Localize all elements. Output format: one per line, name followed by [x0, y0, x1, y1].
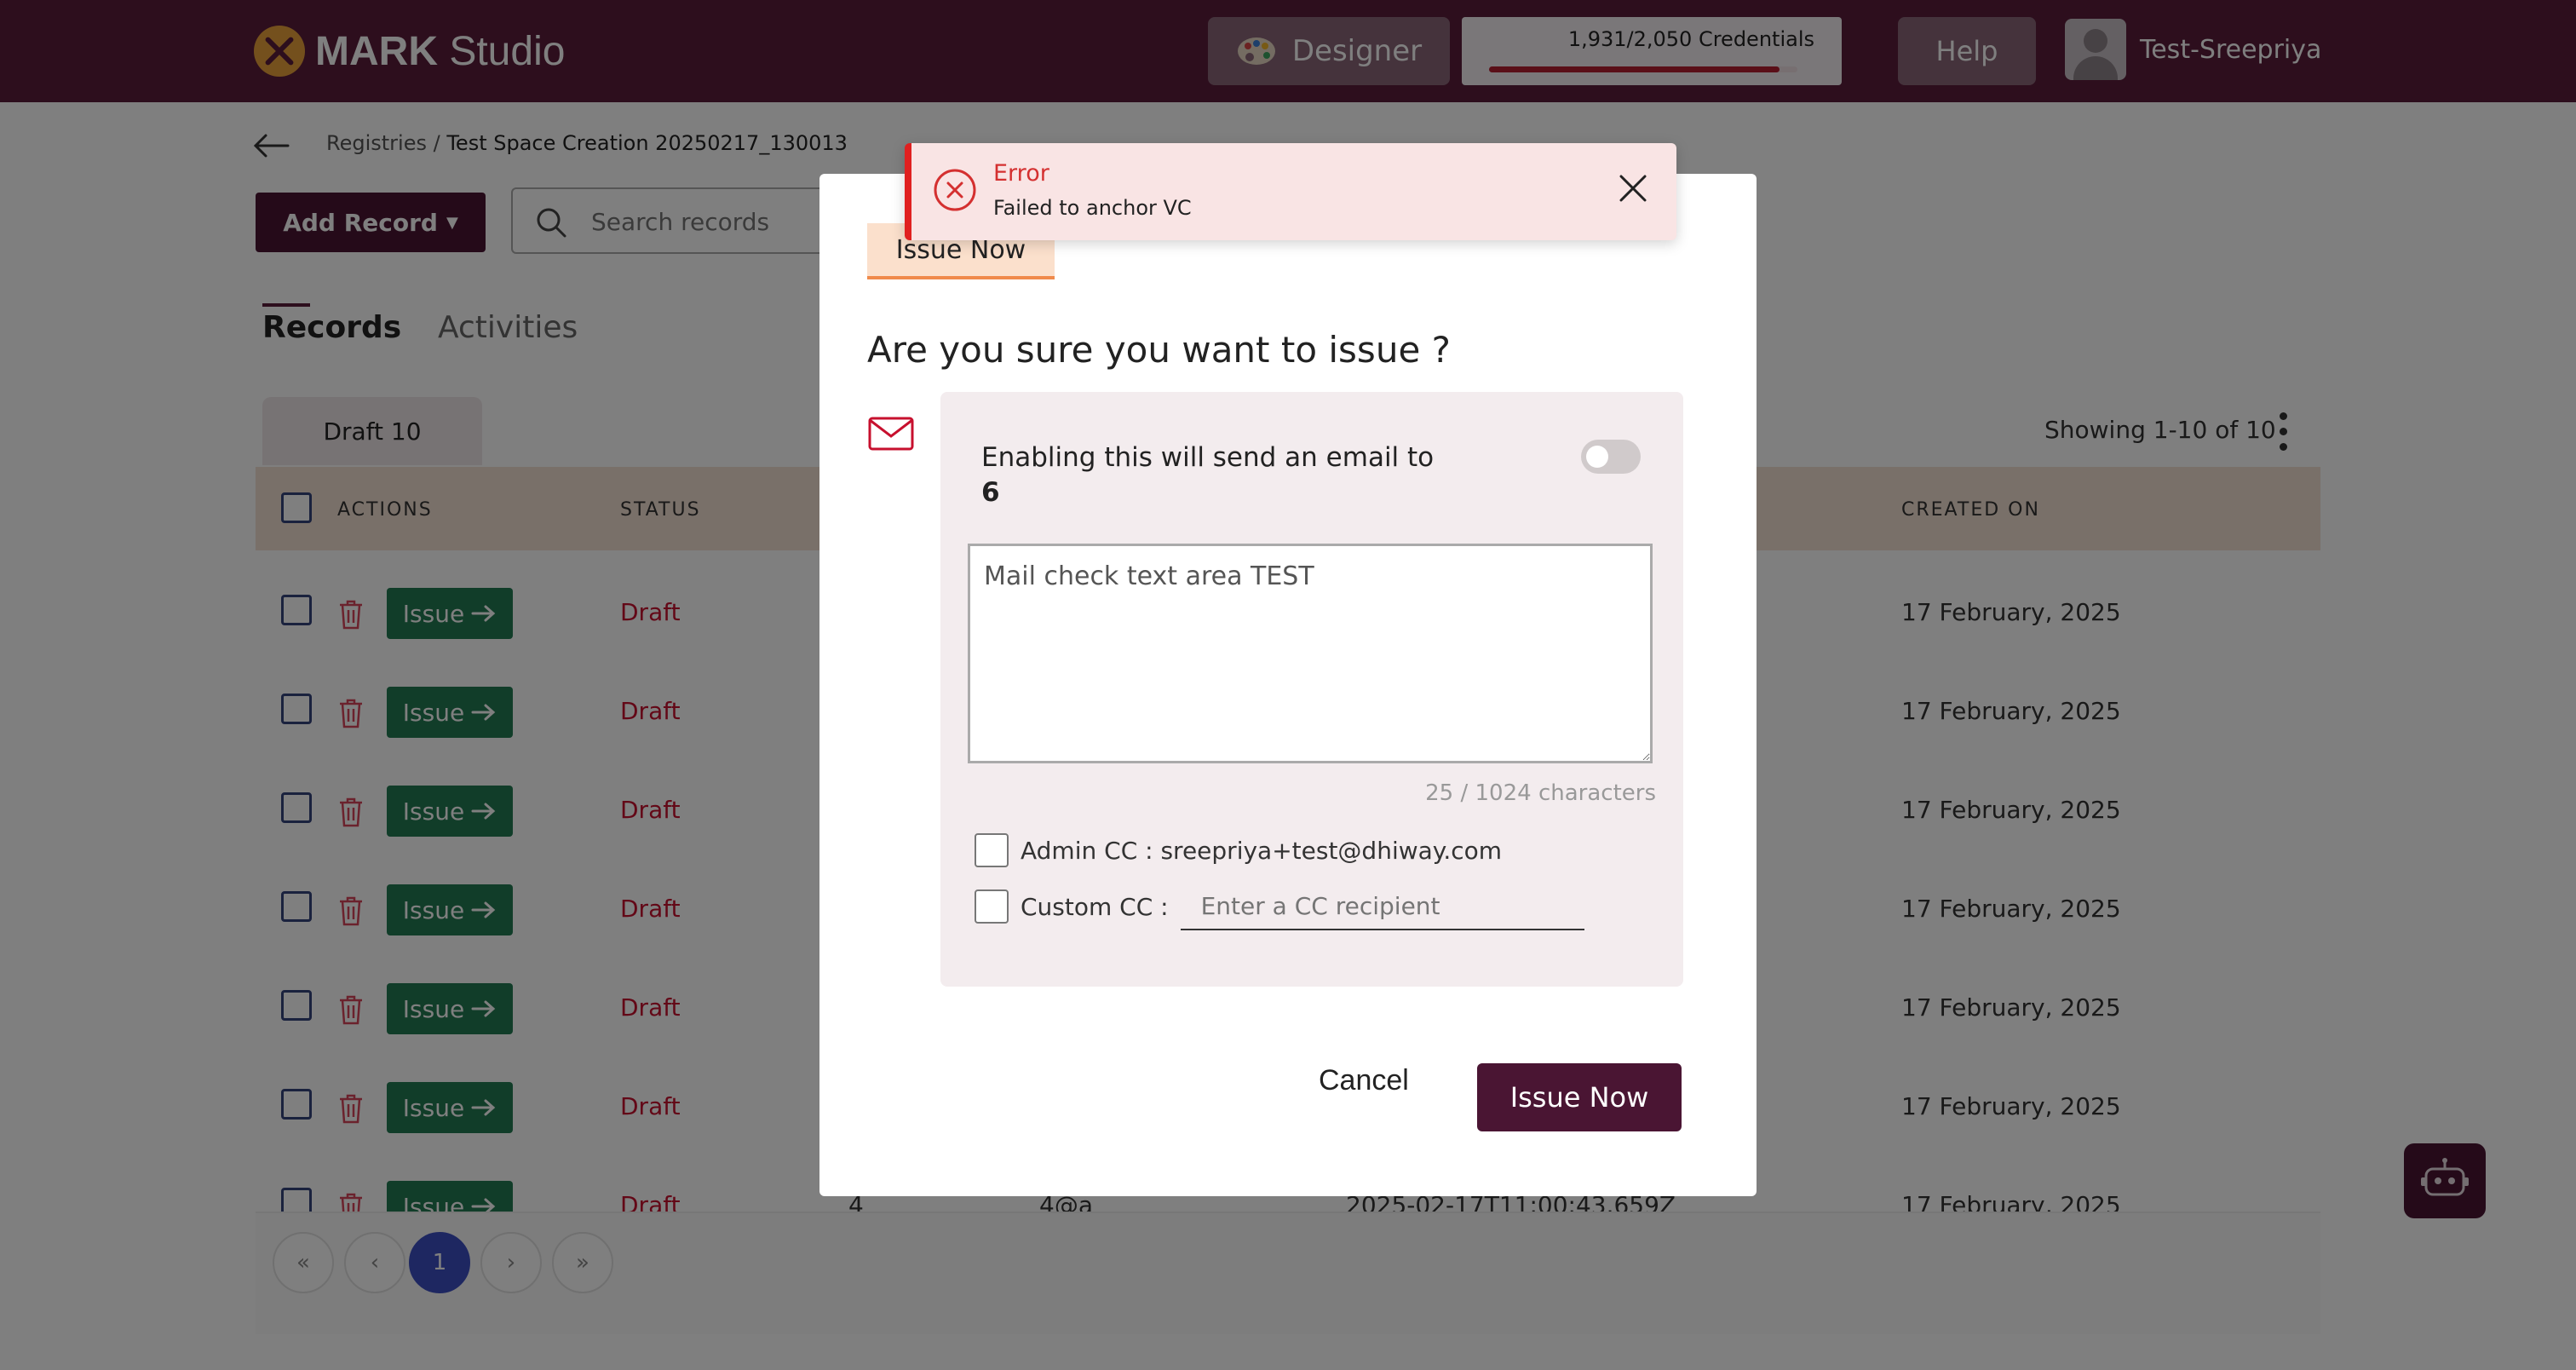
issue-now-button[interactable]: Issue Now [1477, 1063, 1682, 1131]
toast-message: Failed to anchor VC [993, 196, 1192, 220]
error-toast: Error Failed to anchor VC [905, 143, 1676, 240]
custom-cc-label: Custom CC : [1021, 892, 1169, 921]
custom-cc-checkbox[interactable] [975, 889, 1009, 924]
custom-cc-row: Custom CC : [975, 883, 1584, 930]
email-recipient-count: 6 [981, 477, 1000, 508]
header-backdrop [0, 0, 2576, 102]
mail-icon [868, 417, 914, 451]
character-count: 25 / 1024 characters [1425, 780, 1656, 806]
admin-cc-label: Admin CC : sreepriya+test@dhiway.com [1021, 836, 1503, 865]
cancel-button[interactable]: Cancel [1314, 1063, 1414, 1098]
toast-title: Error [993, 160, 1049, 187]
close-icon[interactable] [1619, 174, 1647, 203]
mail-text-area[interactable]: Mail check text area TEST [968, 544, 1653, 763]
admin-cc-checkbox[interactable] [975, 833, 1009, 867]
email-toggle[interactable] [1581, 440, 1641, 474]
admin-cc-row: Admin CC : sreepriya+test@dhiway.com [975, 833, 1502, 867]
custom-cc-input[interactable] [1180, 883, 1584, 930]
email-settings-panel: Enabling this will send an email to 6 Ma… [940, 392, 1683, 987]
dialog-title: Are you sure you want to issue ? [867, 329, 1451, 371]
email-toggle-label: Enabling this will send an email to [981, 442, 1435, 473]
error-circle-icon [934, 169, 976, 211]
issue-dialog: Issue Now Are you sure you want to issue… [819, 174, 1757, 1196]
